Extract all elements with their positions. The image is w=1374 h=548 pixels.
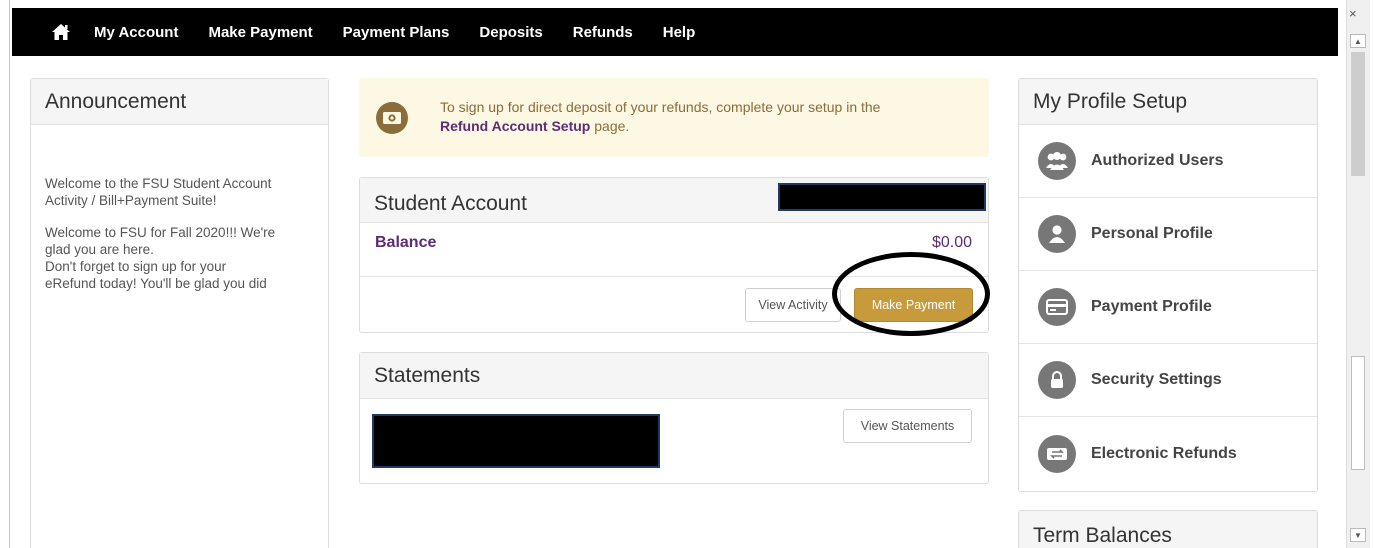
announcement-panel: Announcement Welcome to the FSU Student … (30, 78, 329, 548)
redacted-block (778, 183, 986, 211)
balance-value: $0.00 (931, 234, 972, 251)
announcement-text: Welcome to the FSU Student Account (45, 176, 272, 191)
student-account-panel: Student Account Balance $0.00 View Activ… (359, 177, 990, 336)
profile-item-label: Payment Profile (1091, 298, 1212, 315)
nav-payment-plans[interactable]: Payment Plans (343, 24, 450, 41)
profile-item-label: Electronic Refunds (1091, 444, 1237, 462)
balance-label: Balance (375, 234, 437, 251)
announcement-text: eRefund today! You'll be glad you did (45, 276, 267, 291)
nav-refunds[interactable]: Refunds (573, 24, 633, 41)
redacted-block (372, 414, 660, 468)
refund-icon (1038, 434, 1076, 473)
scroll-down-button[interactable]: ▼ (1350, 528, 1366, 542)
close-icon[interactable]: × (1349, 6, 1357, 21)
announcement-text: glad you are here. (45, 242, 154, 257)
scrollbar-thumb[interactable] (1351, 356, 1365, 470)
home-icon[interactable] (50, 21, 72, 43)
profile-setup-panel: My Profile Setup Authorized Users Person… (1018, 78, 1318, 492)
refund-setup-notice: To sign up for direct deposit of your re… (359, 78, 989, 157)
announcement-body: Welcome to the FSU Student Account Activ… (31, 125, 328, 292)
profile-item-personal-profile[interactable]: Personal Profile (1019, 198, 1317, 271)
top-gap (10, 0, 1338, 8)
nav-help[interactable]: Help (663, 24, 696, 41)
profile-item-label: Personal Profile (1091, 225, 1213, 242)
users-icon (1038, 142, 1076, 180)
profile-item-label: Authorized Users (1091, 152, 1224, 169)
money-icon (376, 102, 408, 134)
statements-title: Statements (360, 353, 988, 399)
profile-item-authorized-users[interactable]: Authorized Users (1019, 125, 1317, 198)
view-statements-button[interactable]: View Statements (843, 409, 972, 443)
profile-item-security-settings[interactable]: Security Settings (1019, 344, 1317, 417)
profile-item-label: Security Settings (1091, 371, 1222, 388)
scrollbar-track-fill (1351, 52, 1365, 176)
refund-account-setup-link[interactable]: Refund Account Setup (440, 118, 590, 134)
view-activity-button[interactable]: View Activity (745, 288, 841, 322)
user-icon (1038, 215, 1076, 253)
profile-item-payment-profile[interactable]: Payment Profile (1019, 271, 1317, 344)
nav-deposits[interactable]: Deposits (479, 24, 542, 41)
highlight-circle (832, 252, 990, 336)
notice-text: To sign up for direct deposit of your re… (440, 98, 880, 136)
announcement-title: Announcement (31, 79, 328, 125)
notice-message-end: page. (590, 118, 630, 134)
term-balances-panel: Term Balances (1018, 510, 1318, 548)
credit-card-icon (1038, 288, 1076, 326)
profile-setup-title: My Profile Setup (1019, 79, 1317, 125)
scroll-up-button[interactable]: ▲ (1350, 34, 1366, 48)
lock-icon (1038, 361, 1076, 399)
top-navbar: My Account Make Payment Payment Plans De… (12, 8, 1338, 56)
notice-message: To sign up for direct deposit of your re… (440, 99, 881, 115)
announcement-text: Activity / Bill+Payment Suite! (45, 193, 217, 208)
announcement-text: Welcome to FSU for Fall 2020!!! We're (45, 225, 276, 240)
nav-my-account[interactable]: My Account (94, 24, 178, 41)
statements-panel: Statements View Statements (359, 352, 989, 484)
announcement-text: Don't forget to sign up for your (45, 259, 227, 274)
term-balances-title: Term Balances (1019, 511, 1317, 548)
nav-make-payment[interactable]: Make Payment (208, 24, 312, 41)
profile-item-electronic-refunds[interactable]: Electronic Refunds (1019, 417, 1317, 490)
window-frame (0, 0, 10, 548)
